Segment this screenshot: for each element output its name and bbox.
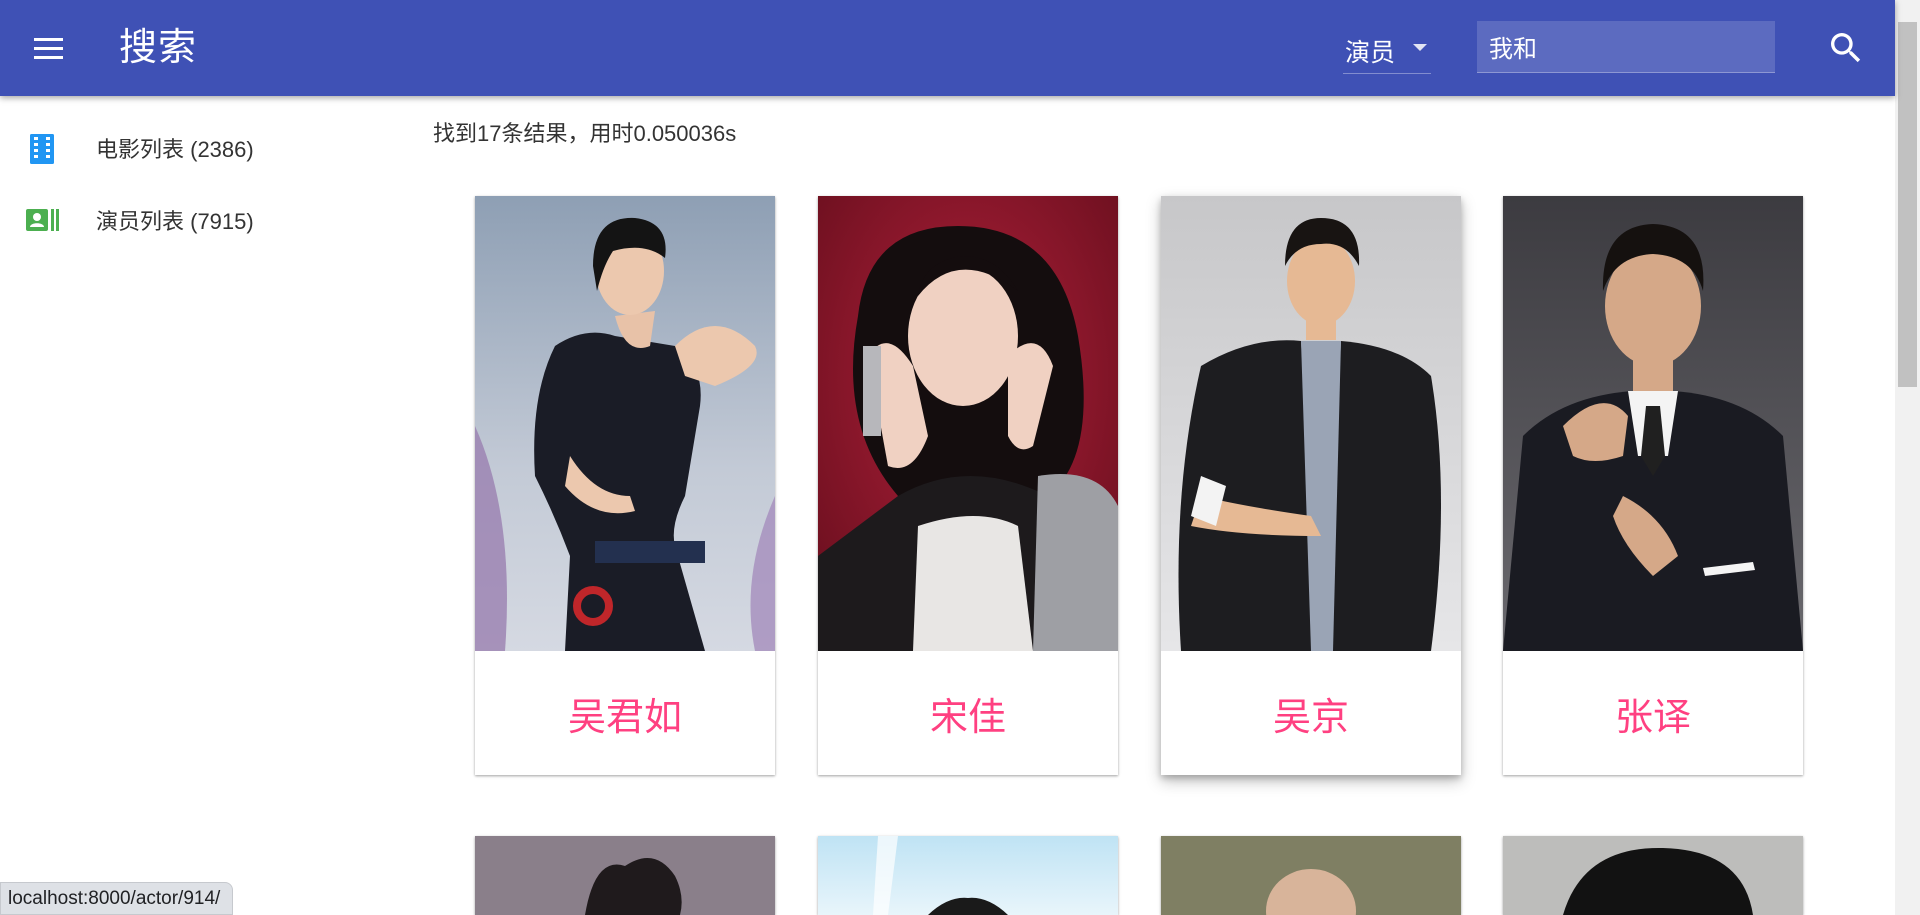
sidebar-item-actors[interactable]: 演员列表 (7915): [0, 192, 400, 248]
actor-card[interactable]: 吴君如: [475, 196, 775, 775]
actor-photo: [818, 196, 1118, 651]
actor-name: 宋佳: [929, 696, 1006, 739]
status-bar-url: localhost:8000/actor/914/: [0, 882, 234, 915]
search-icon[interactable]: [1826, 28, 1866, 68]
actor-photo: [475, 196, 775, 651]
scrollbar[interactable]: [1895, 0, 1920, 915]
actor-name: 吴君如: [567, 696, 682, 739]
sidebar-item-label: 电影列表 (2386): [96, 137, 254, 162]
actor-card[interactable]: [818, 836, 1118, 915]
sidebar-item-label: 演员列表 (7915): [96, 209, 254, 234]
actor-card[interactable]: [475, 836, 775, 915]
actor-photo: [818, 836, 1118, 915]
sidebar-item-movies[interactable]: 电影列表 (2386): [0, 120, 400, 176]
actor-photo: [475, 836, 775, 915]
actor-name: 吴京: [1272, 696, 1349, 739]
actor-card[interactable]: 宋佳: [818, 196, 1118, 775]
search-type-select[interactable]: 演员: [1343, 28, 1431, 74]
actor-photo: [1503, 196, 1803, 651]
actor-card[interactable]: 张译: [1503, 196, 1803, 775]
actor-photo: [1503, 836, 1803, 915]
actor-name: 张译: [1614, 696, 1691, 739]
actor-photo: [1161, 836, 1461, 915]
sidebar: 电影列表 (2386) 演员列表 (7915): [0, 96, 400, 915]
movie-film-icon: [26, 134, 58, 164]
menu-icon[interactable]: [28, 28, 68, 68]
actor-photo: [1161, 196, 1461, 651]
app-bar: 搜索 演员: [0, 0, 1895, 96]
search-type-value: 演员: [1345, 38, 1396, 67]
actor-card[interactable]: [1161, 836, 1461, 915]
actor-card[interactable]: [1503, 836, 1803, 915]
actor-card[interactable]: 吴京: [1161, 196, 1461, 775]
result-summary: 找到17条结果，用时0.050036s: [433, 121, 737, 146]
contact-card-icon: [26, 206, 59, 236]
search-input[interactable]: [1477, 21, 1775, 73]
scrollbar-thumb[interactable]: [1898, 22, 1917, 387]
chevron-down-icon: [1413, 44, 1427, 51]
page-title: 搜索: [119, 27, 198, 69]
